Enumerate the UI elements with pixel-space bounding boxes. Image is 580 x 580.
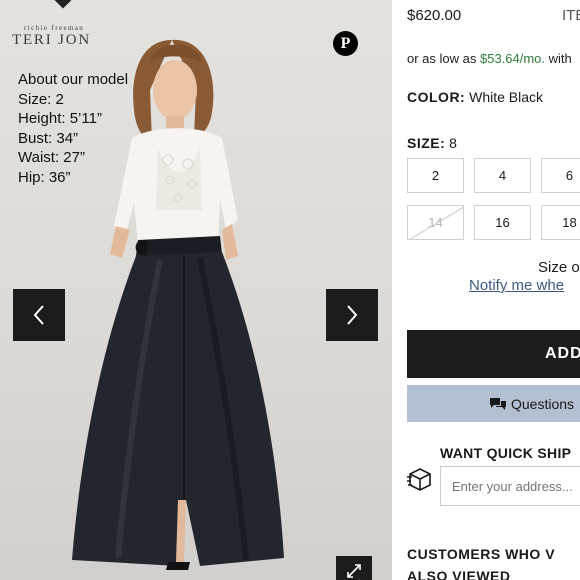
financing-prefix: or as low as [407, 51, 480, 66]
brand-name: TERI JON [12, 32, 91, 48]
model-hip: Hip: 36” [18, 168, 71, 186]
shipping-box-icon [407, 468, 431, 491]
size-option-14-unavailable[interactable]: 14 [407, 205, 464, 240]
expand-icon [347, 564, 361, 578]
size-option-4[interactable]: 4 [474, 158, 531, 193]
customers-heading-line2: ALSO VIEWED [407, 568, 511, 580]
size-option-label: 2 [431, 168, 440, 183]
model-size: Size: 2 [18, 90, 64, 108]
size-option-16[interactable]: 16 [474, 205, 531, 240]
color-label: COLOR: [407, 89, 466, 105]
model-waist: Waist: 27” [18, 149, 85, 166]
financing-info: or as low as $53.64/mo. with [407, 51, 572, 66]
size-value: 8 [449, 135, 457, 151]
size-label: SIZE: [407, 135, 446, 151]
model-height: Height: 5’11” [18, 110, 102, 127]
questions-button[interactable]: Questions [407, 385, 580, 422]
size-option-label: 18 [562, 215, 577, 230]
customers-heading-line1: CUSTOMERS WHO V [407, 546, 556, 562]
size-out-of-stock-text: Size o [538, 259, 580, 276]
financing-suffix: with [545, 51, 572, 66]
next-image-button[interactable] [326, 289, 378, 341]
size-option-label: 16 [495, 215, 510, 230]
notify-me-link[interactable]: Notify me whe [469, 277, 564, 294]
quick-ship-heading: WANT QUICK SHIP [440, 445, 572, 461]
questions-button-label: Questions [511, 395, 575, 412]
product-price: $620.00 [407, 7, 462, 24]
color-value: White Black [469, 89, 544, 105]
add-to-bag-button[interactable]: ADD [407, 330, 580, 378]
size-selector: SIZE: 8 [407, 135, 457, 151]
unavailable-strike [408, 206, 463, 239]
brand-logo: richie freeman TERI JON [12, 24, 91, 49]
pinterest-icon[interactable]: P [333, 31, 358, 56]
shipping-address-input[interactable] [440, 466, 580, 506]
model-bust: Bust: 34” [18, 129, 79, 147]
brand-sub-label: richie freeman [24, 24, 85, 32]
expand-image-button[interactable] [336, 556, 372, 580]
product-details-panel: $620.00 ITE or as low as $53.64/mo. with… [392, 0, 580, 580]
gallery-top-indicator [54, 0, 72, 9]
previous-image-button[interactable] [13, 289, 65, 341]
product-image-gallery: richie freeman TERI JON P About our mode… [0, 0, 392, 580]
customers-also-viewed-heading: CUSTOMERS WHO V ALSO VIEWED [407, 543, 555, 580]
model-info-heading: About our model [18, 71, 129, 88]
item-number: ITE [562, 7, 580, 24]
chat-bubbles-icon [490, 398, 506, 410]
size-option-label: 6 [565, 168, 574, 183]
size-option-2[interactable]: 2 [407, 158, 464, 193]
model-info: About our model Size: 2 Height: 5’11” Bu… [18, 70, 128, 187]
color-selector: COLOR: White Black [407, 89, 543, 105]
chevron-left-icon [33, 305, 44, 325]
size-option-label: 4 [498, 168, 507, 183]
financing-amount[interactable]: $53.64/mo. [480, 51, 545, 66]
chevron-right-icon [347, 305, 358, 325]
size-option-18[interactable]: 18 [541, 205, 580, 240]
size-option-6[interactable]: 6 [541, 158, 580, 193]
